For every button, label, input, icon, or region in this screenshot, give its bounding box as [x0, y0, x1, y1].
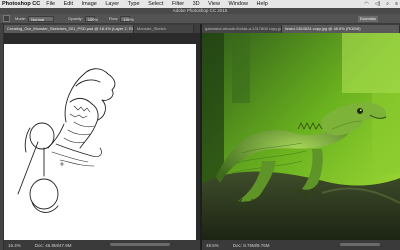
- mode-select[interactable]: Normal: [28, 15, 55, 22]
- left-zoom-level[interactable]: 16.4%: [8, 243, 21, 248]
- tab-galarland-photo[interactable]: galarland-arkade-florida-a-1317808 copy.…: [202, 25, 282, 33]
- menu-select[interactable]: Select: [148, 1, 163, 7]
- menu-window[interactable]: Window: [228, 1, 248, 7]
- menu-3d[interactable]: 3D: [193, 1, 200, 7]
- right-tab-bar: galarland-arkade-florida-a-1317808 copy.…: [202, 24, 400, 33]
- search-icon[interactable]: ⌕: [386, 1, 389, 7]
- opacity-field[interactable]: 100%: [84, 15, 98, 22]
- left-tab-bar: Creating_Our_Monster_Sketches_001_PSD.ps…: [4, 24, 200, 33]
- flow-label: Flow:: [108, 16, 119, 21]
- right-horizontal-scrollbar[interactable]: [340, 243, 380, 246]
- menu-filter[interactable]: Filter: [172, 1, 184, 7]
- monster-sketch-drawing: [17, 68, 116, 213]
- menu-help[interactable]: Help: [257, 1, 268, 7]
- notifications-icon[interactable]: ≡: [395, 1, 398, 7]
- sketch-document-pane: [4, 33, 200, 240]
- lizard-photo-pane: [202, 33, 400, 240]
- app-menu[interactable]: Photoshop CC: [2, 1, 40, 7]
- menu-file[interactable]: File: [46, 1, 55, 7]
- tab-creating-monster-sketches[interactable]: Creating_Our_Monster_Sketches_001_PSD.ps…: [4, 25, 134, 33]
- wifi-icon[interactable]: ◠: [364, 1, 368, 7]
- sketch-canvas[interactable]: [4, 44, 196, 240]
- options-bar: Mode: Normal Opacity: 100% Flow: 100% Es…: [0, 14, 400, 24]
- left-horizontal-scrollbar[interactable]: [110, 243, 170, 246]
- right-zoom-level[interactable]: 48.5%: [206, 243, 219, 248]
- left-status-bar: 16.4% Doc: 46.8M/47.9M: [4, 240, 200, 250]
- brush-preset-icon[interactable]: [3, 15, 10, 22]
- menu-type[interactable]: Type: [128, 1, 140, 7]
- menu-image[interactable]: Image: [82, 1, 97, 7]
- menu-bar: Photoshop CC File Edit Image Layer Type …: [0, 0, 400, 8]
- menu-layer[interactable]: Layer: [105, 1, 119, 7]
- flow-field[interactable]: 100%: [120, 15, 134, 22]
- opacity-label: Opacity:: [68, 16, 83, 21]
- menu-edit[interactable]: Edit: [64, 1, 73, 7]
- tab-monster-sketch[interactable]: Monster_Sketch: [134, 25, 194, 33]
- menu-extras: ◠ ◁) ⌕ ≡: [364, 0, 398, 8]
- menu-view[interactable]: View: [208, 1, 220, 7]
- right-doc-size: Doc: 8.76M/8.76M: [232, 242, 270, 248]
- workspace-switcher[interactable]: Essentials: [358, 16, 378, 22]
- mode-label: Mode:: [15, 16, 27, 21]
- tab-lizard-photo[interactable]: lizard-1364524 copy.jpg @ 48.5% (RGB/8): [282, 25, 400, 33]
- lizard-photo[interactable]: [202, 33, 400, 240]
- volume-icon[interactable]: ◁): [375, 1, 381, 7]
- left-doc-size: Doc: 46.8M/47.9M: [34, 242, 72, 248]
